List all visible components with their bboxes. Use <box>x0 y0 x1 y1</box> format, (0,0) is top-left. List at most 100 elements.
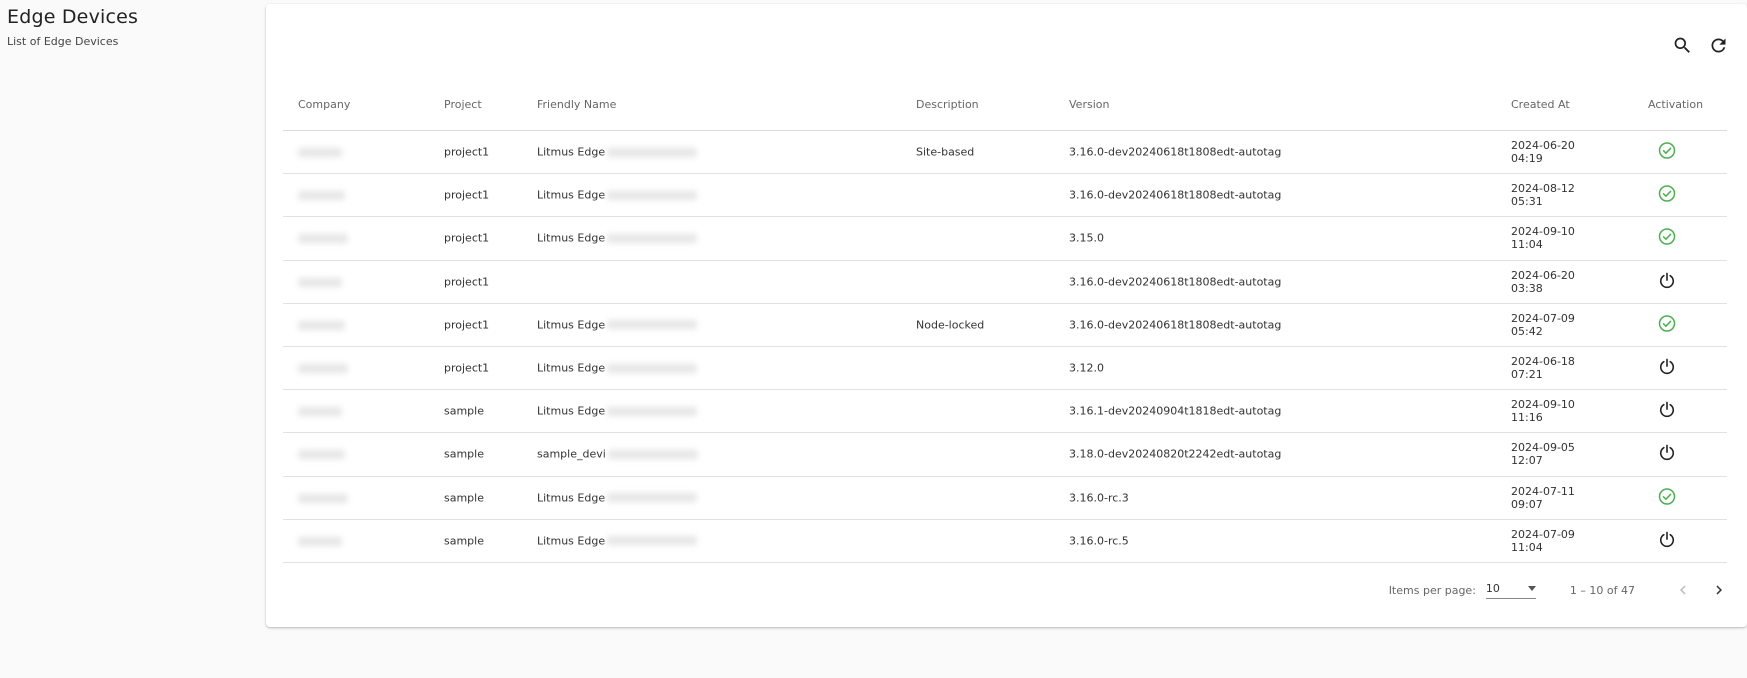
redacted-id <box>607 319 698 330</box>
caret-down-icon <box>1527 585 1536 591</box>
created-time: 04:19 <box>1511 152 1543 166</box>
table-row[interactable]: project1 Litmus Edge Node-locked 3.16.0-dev… <box>283 304 1727 347</box>
redacted-company <box>298 190 345 201</box>
cell-activation[interactable] <box>1657 227 1677 250</box>
cell-activation[interactable] <box>1657 400 1677 423</box>
table-row[interactable]: project1 Litmus Edge 3.16.0-dev20240618t18… <box>283 174 1727 218</box>
created-date: 2024-09-10 <box>1511 225 1575 239</box>
check-circle-icon[interactable] <box>1657 228 1677 250</box>
cell-activation[interactable] <box>1657 184 1677 207</box>
cell-friendly-name: Litmus Edge <box>537 404 698 418</box>
cell-activation[interactable] <box>1657 529 1677 552</box>
table-row[interactable]: project1 3.16.0-dev20240618t1808edt-autot… <box>283 261 1727 304</box>
check-circle-icon[interactable] <box>1657 185 1677 207</box>
created-time: 07:21 <box>1511 368 1543 382</box>
cell-project: sample <box>444 447 484 461</box>
table-row[interactable]: sample sample_devi 3.18.0-dev20240820t2242… <box>283 433 1727 477</box>
created-date: 2024-07-09 <box>1511 527 1575 541</box>
cell-friendly-name: Litmus Edge <box>537 534 698 548</box>
refresh-button[interactable] <box>1707 34 1729 56</box>
redacted-company <box>298 233 348 244</box>
cell-company <box>298 491 348 504</box>
friendly-name-text: Litmus Edge <box>537 231 606 245</box>
cell-project: project1 <box>444 361 490 375</box>
search-button[interactable] <box>1671 34 1693 56</box>
cell-project: project1 <box>444 318 490 332</box>
table-row[interactable]: sample Litmus Edge 3.16.1-dev20240904t1818… <box>283 390 1727 434</box>
friendly-name-text: Litmus Edge <box>537 491 606 505</box>
cell-activation[interactable] <box>1657 357 1677 380</box>
cell-project: project1 <box>444 145 490 159</box>
cell-version: 3.15.0 <box>1069 231 1104 245</box>
power-icon[interactable] <box>1657 445 1677 466</box>
created-time: 11:04 <box>1511 540 1543 554</box>
created-time: 11:04 <box>1511 238 1543 252</box>
next-page-button[interactable] <box>1707 578 1731 602</box>
header-created-at[interactable]: Created At <box>1511 98 1570 111</box>
cell-project: project1 <box>444 275 490 289</box>
header-company[interactable]: Company <box>298 98 350 111</box>
created-date: 2024-07-11 <box>1511 484 1575 498</box>
header-friendly-name[interactable]: Friendly Name <box>537 98 616 111</box>
check-circle-icon[interactable] <box>1657 487 1677 509</box>
cell-description: Site-based <box>916 145 975 159</box>
cell-version: 3.16.0-dev20240618t1808edt-autotag <box>1069 318 1282 332</box>
header-description[interactable]: Description <box>916 98 979 111</box>
cell-created-at: 2024-06-18 07:21 <box>1511 355 1591 381</box>
cell-company <box>298 146 342 159</box>
cell-project: sample <box>444 404 484 418</box>
header-activation[interactable]: Activation <box>1648 98 1703 111</box>
cell-activation[interactable] <box>1657 270 1677 293</box>
cell-company <box>298 362 348 375</box>
table-row[interactable]: sample Litmus Edge 3.16.0-rc.5 2024-07-09 11… <box>283 520 1727 563</box>
table-body: project1 Litmus Edge Site-based 3.16.0-dev2… <box>283 131 1727 563</box>
created-date: 2024-09-05 <box>1511 441 1575 455</box>
search-icon <box>1674 37 1690 53</box>
friendly-name-text: Litmus Edge <box>537 404 606 418</box>
cell-activation[interactable] <box>1657 141 1677 164</box>
power-icon[interactable] <box>1657 272 1677 293</box>
table-row[interactable]: project1 Litmus Edge 3.12.0 2024-06-18 07:21 <box>283 347 1727 391</box>
cell-company <box>298 275 342 288</box>
redacted-id <box>607 406 698 417</box>
page-size-value: 10 <box>1485 581 1500 595</box>
power-icon[interactable] <box>1657 401 1677 423</box>
cell-friendly-name: Litmus Edge <box>537 231 698 245</box>
cell-friendly-name: Litmus Edge <box>537 189 698 202</box>
previous-page-button[interactable] <box>1671 578 1695 602</box>
cell-created-at: 2024-07-09 11:04 <box>1511 528 1591 554</box>
cell-created-at: 2024-06-20 03:38 <box>1511 269 1591 295</box>
check-circle-icon[interactable] <box>1657 142 1677 164</box>
table-row[interactable]: project1 Litmus Edge 3.15.0 2024-09-10 11:04 <box>283 217 1727 261</box>
cell-activation[interactable] <box>1657 443 1677 466</box>
cell-friendly-name: Litmus Edge <box>537 318 698 331</box>
redacted-company <box>298 449 345 460</box>
power-icon[interactable] <box>1657 531 1677 552</box>
cell-activation[interactable] <box>1657 313 1677 336</box>
created-date: 2024-09-10 <box>1511 398 1575 412</box>
table-row[interactable]: sample Litmus Edge 3.16.0-rc.3 2024-07-11 09… <box>283 477 1727 520</box>
table-header: Company Project Friendly Name Descriptio… <box>283 84 1727 131</box>
cell-created-at: 2024-08-12 05:31 <box>1511 182 1591 208</box>
table-row[interactable]: project1 Litmus Edge Site-based 3.16.0-dev2… <box>283 131 1727 175</box>
cell-created-at: 2024-06-20 04:19 <box>1511 139 1591 165</box>
friendly-name-text: Litmus Edge <box>537 145 606 159</box>
created-time: 11:16 <box>1511 411 1543 425</box>
cell-created-at: 2024-09-05 12:07 <box>1511 441 1591 467</box>
check-circle-icon[interactable] <box>1657 315 1677 336</box>
header-version[interactable]: Version <box>1069 98 1109 111</box>
page-range-label: 1 – 10 of 47 <box>1569 583 1635 597</box>
cell-company <box>298 534 342 547</box>
items-per-page-label: Items per page: <box>1388 583 1476 597</box>
cell-version: 3.16.0-dev20240618t1808edt-autotag <box>1069 188 1282 202</box>
created-time: 09:07 <box>1511 497 1543 511</box>
cell-activation[interactable] <box>1657 486 1677 509</box>
cell-version: 3.16.0-rc.3 <box>1069 491 1129 505</box>
header-project[interactable]: Project <box>444 98 482 111</box>
cell-description: Node-locked <box>916 318 985 332</box>
page-size-select[interactable]: 10 <box>1485 581 1536 599</box>
friendly-name-text: Litmus Edge <box>537 534 606 548</box>
cell-project: project1 <box>444 231 490 245</box>
redacted-company <box>298 363 348 374</box>
power-icon[interactable] <box>1657 358 1677 380</box>
